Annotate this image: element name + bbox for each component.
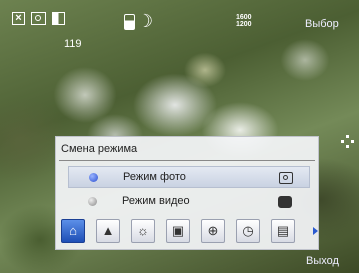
focus-crosshair-icon bbox=[341, 135, 355, 149]
settings-icon: ▤ bbox=[276, 223, 290, 238]
scene-landscape-icon: ▲ bbox=[101, 223, 115, 238]
camera-viewfinder: × 119 ☽ 1600 1200 Выбор Смена режима Реж… bbox=[0, 0, 359, 273]
radio-unselected-icon bbox=[88, 197, 97, 206]
toolbar-camera-mode-button[interactable]: ⌂ bbox=[61, 219, 85, 243]
close-icon[interactable]: × bbox=[12, 12, 25, 25]
timer-icon: ◷ bbox=[242, 223, 254, 238]
toolbar-zoom-button[interactable]: ⊕ bbox=[201, 219, 225, 243]
effects-icon: ▣ bbox=[171, 223, 185, 238]
zoom-icon: ⊕ bbox=[207, 223, 219, 238]
resolution-bottom: 1200 bbox=[236, 21, 252, 28]
toolbar-timer-button[interactable]: ◷ bbox=[236, 219, 260, 243]
toolbar-white-balance-button[interactable]: ☼ bbox=[131, 219, 155, 243]
night-mode-icon: ☽ bbox=[137, 11, 154, 31]
battery-icon bbox=[124, 14, 135, 30]
toolbar-scene-button[interactable]: ▲ bbox=[96, 219, 120, 243]
white-balance-icon: ☼ bbox=[137, 223, 149, 238]
exit-softkey[interactable]: Выход bbox=[306, 255, 339, 267]
video-camera-icon bbox=[278, 196, 292, 208]
toolbar-settings-button[interactable]: ▤ bbox=[271, 219, 295, 243]
remaining-shots-count: 119 bbox=[64, 38, 82, 50]
menu-divider bbox=[59, 160, 315, 161]
toolbar-effects-button[interactable]: ▣ bbox=[166, 219, 190, 243]
memory-icon bbox=[52, 12, 65, 25]
radio-selected-icon bbox=[89, 173, 98, 182]
mode-change-menu: Смена режима Режим фото Режим видео ⌂ ▲ … bbox=[55, 136, 319, 250]
photo-mode-label: Режим фото bbox=[123, 171, 186, 183]
photo-mode-option[interactable]: Режим фото bbox=[68, 166, 310, 188]
resolution-top: 1600 bbox=[236, 14, 252, 21]
camera-mode-icon: ⌂ bbox=[69, 223, 77, 238]
camera-mode-icon bbox=[31, 12, 46, 25]
select-softkey[interactable]: Выбор bbox=[305, 18, 339, 30]
video-mode-option[interactable]: Режим видео bbox=[68, 191, 310, 213]
camera-toolbar: ⌂ ▲ ☼ ▣ ⊕ ◷ ▤ bbox=[61, 219, 318, 245]
resolution-icon: 1600 1200 bbox=[236, 14, 252, 28]
photo-camera-icon bbox=[279, 172, 293, 184]
chevron-right-icon[interactable] bbox=[313, 227, 318, 235]
menu-title: Смена режима bbox=[61, 143, 138, 155]
video-mode-label: Режим видео bbox=[122, 195, 190, 207]
